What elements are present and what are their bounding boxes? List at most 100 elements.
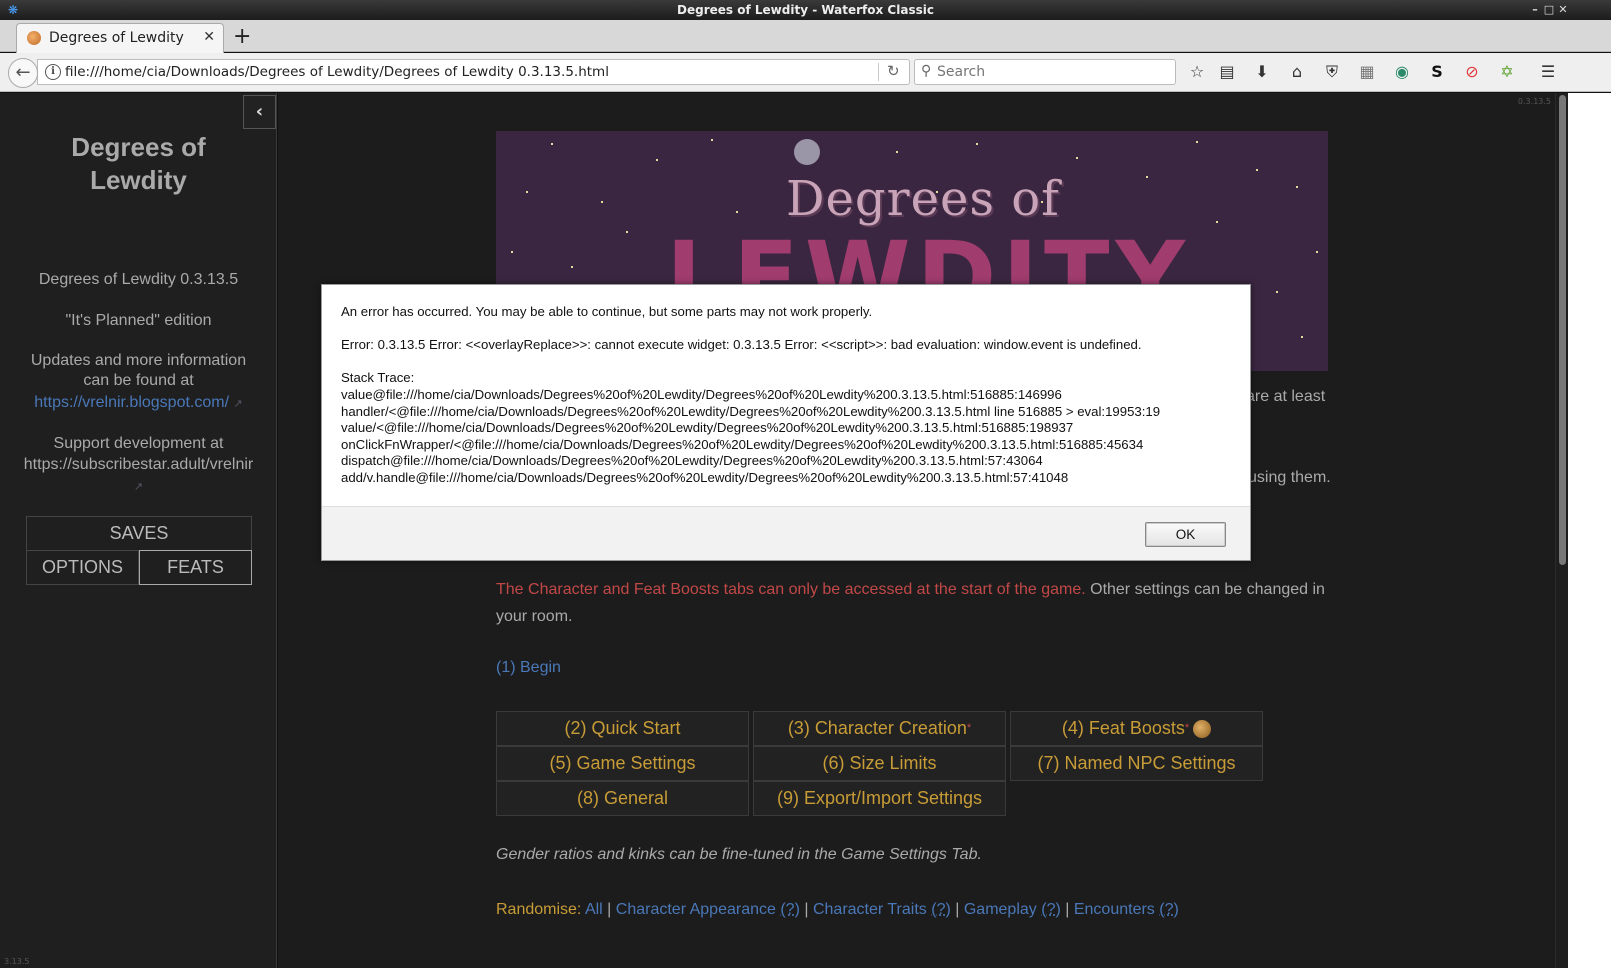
stack-trace-line: dispatch@file:///home/cia/Downloads/Degr… (341, 453, 1043, 469)
appearance-help-link[interactable]: (?) (780, 901, 800, 918)
feat-boosts-button[interactable]: (4) Feat Boosts* (1010, 711, 1263, 746)
browser-tab[interactable]: Degrees of Lewdity ✕ (16, 23, 224, 53)
search-icon: ⚲ (921, 63, 932, 79)
export-import-label: (9) Export/Import Settings (776, 788, 983, 808)
game-settings-button[interactable]: (5) Game Settings (496, 746, 749, 781)
page-info-icon[interactable]: i (45, 64, 61, 80)
sidebar-updates-text: Updates and more information can be foun… (30, 352, 247, 389)
window-title: Degrees of Lewdity - Waterfox Classic (677, 3, 934, 17)
general-button[interactable]: (8) General (496, 781, 749, 816)
randomise-traits-link[interactable]: Character Traits (813, 901, 927, 918)
export-import-settings-button[interactable]: (9) Export/Import Settings (753, 781, 1006, 816)
size-limits-button[interactable]: (6) Size Limits (753, 746, 1006, 781)
named-npc-settings-button[interactable]: (7) Named NPC Settings (1010, 746, 1263, 781)
scrollbar-thumb[interactable] (1559, 95, 1566, 565)
start-warning: The Character and Feat Boosts tabs can o… (496, 576, 1336, 630)
extension-s-icon[interactable]: S (1427, 62, 1447, 82)
url-text[interactable]: file:///home/cia/Downloads/Degrees of Le… (65, 64, 609, 80)
tab-close-icon[interactable]: ✕ (203, 29, 215, 45)
tab-title: Degrees of Lewdity (49, 30, 184, 46)
vertical-scrollbar[interactable] (1555, 93, 1568, 968)
story-title-text: Degrees of Lewdity (71, 132, 206, 195)
shield-icon[interactable]: ⛨ (1322, 62, 1342, 82)
home-icon[interactable]: ⌂ (1287, 62, 1307, 82)
stack-trace-line: handler/<@file:///home/cia/Downloads/Deg… (341, 403, 1161, 419)
story-sidebar: ‹ Degrees of Lewdity Degrees of Lewdity … (0, 93, 277, 968)
maximize-icon[interactable]: □ (1542, 0, 1556, 20)
external-link-icon: ↗ (233, 398, 243, 410)
updates-link[interactable]: https://vrelnir.blogspot.com/ (34, 394, 229, 411)
saves-button[interactable]: SAVES (26, 516, 252, 551)
new-tab-icon[interactable]: + (233, 22, 251, 52)
randomise-label: Randomise: (496, 901, 582, 918)
encounters-help-link[interactable]: (?) (1159, 901, 1179, 918)
randomise-encounters-link[interactable]: Encounters (1074, 901, 1155, 918)
separator: | (607, 901, 612, 918)
randomise-appearance-link[interactable]: Character Appearance (616, 901, 776, 918)
traits-help-link[interactable]: (?) (931, 901, 951, 918)
minimize-icon[interactable]: – (1528, 0, 1542, 20)
feats-button[interactable]: FEATS (139, 550, 252, 585)
randomise-row: Randomise: All | Character Appearance (?… (496, 901, 1179, 919)
sidebar-footer-version: 3.13.5 (4, 957, 30, 966)
error-dialog-footer: OK (322, 506, 1250, 560)
start-warning-red: The Character and Feat Boosts tabs can o… (496, 581, 1086, 598)
download-icon[interactable]: ⬇ (1252, 62, 1272, 82)
support-link[interactable]: https://subscribestar.adult/vrelnir (0, 455, 277, 475)
back-button[interactable]: ← (8, 58, 38, 88)
separator: | (955, 901, 960, 918)
stack-trace-line: value/<@file:///home/cia/Downloads/Degre… (341, 420, 1074, 436)
close-window-icon[interactable]: ✕ (1556, 0, 1570, 20)
reading-list-icon[interactable]: ▤ (1217, 62, 1237, 82)
stack-trace-label: Stack Trace: (341, 370, 415, 386)
bookmark-star-icon[interactable]: ☆ (1187, 62, 1207, 82)
search-input[interactable] (937, 62, 1172, 82)
separator: | (1065, 901, 1070, 918)
quick-start-button[interactable]: (2) Quick Start (496, 711, 749, 746)
required-asterisk: * (1184, 722, 1190, 734)
waterfox-app-icon: ❋ (7, 3, 19, 17)
game-settings-label: (5) Game Settings (549, 753, 696, 773)
tab-favicon-icon (27, 31, 41, 45)
named-npc-label: (7) Named NPC Settings (1037, 753, 1236, 773)
general-label: (8) General (576, 788, 669, 808)
moon-icon (794, 139, 820, 165)
sidebar-support-text: Support development at (53, 435, 224, 452)
cut-text-1: are at least (1246, 388, 1326, 405)
library-icon[interactable]: ▦ (1357, 62, 1377, 82)
window-titlebar: ❋ Degrees of Lewdity - Waterfox Classic … (0, 0, 1611, 20)
options-button[interactable]: OPTIONS (26, 550, 139, 585)
search-bar[interactable]: ⚲ (914, 59, 1176, 85)
story-title: Degrees of Lewdity (0, 131, 277, 197)
coin-icon (1193, 720, 1212, 739)
cut-text-2: using them. (1248, 469, 1331, 486)
extension-block-icon[interactable]: ⊘ (1462, 62, 1482, 82)
ok-button[interactable]: OK (1145, 522, 1226, 547)
error-dialog: An error has occurred. You may be able t… (321, 284, 1251, 561)
error-intro: An error has occurred. You may be able t… (341, 304, 873, 319)
sidebar-collapse-button[interactable]: ‹ (243, 95, 276, 129)
separator: | (804, 901, 809, 918)
error-message: Error: 0.3.13.5 Error: <<overlayReplace>… (341, 337, 1142, 353)
character-creation-button[interactable]: (3) Character Creation* (753, 711, 1006, 746)
url-bar[interactable]: i file:///home/cia/Downloads/Degrees of … (37, 59, 910, 85)
sidebar-version: Degrees of Lewdity 0.3.13.5 (38, 271, 239, 288)
sidebar-edition: "It's Planned" edition (65, 312, 212, 329)
back-arrow-icon: ← (15, 62, 31, 83)
hamburger-menu-icon[interactable]: ☰ (1538, 62, 1558, 82)
reload-icon[interactable]: ↻ (887, 62, 900, 80)
corner-version: 0.3.13.5 (1517, 97, 1551, 106)
error-dialog-body: An error has occurred. You may be able t… (322, 285, 1250, 506)
size-limits-label: (6) Size Limits (822, 753, 937, 773)
extension-globe-icon[interactable]: ◉ (1392, 62, 1412, 82)
chevron-left-icon: ‹ (255, 101, 264, 122)
stack-trace-line: add/v.handle@file:///home/cia/Downloads/… (341, 469, 1069, 485)
gameplay-help-link[interactable]: (?) (1041, 901, 1061, 918)
stack-trace-line: onClickFnWrapper/<@file:///home/cia/Down… (341, 436, 1144, 452)
required-asterisk: * (966, 722, 972, 734)
randomise-gameplay-link[interactable]: Gameplay (964, 901, 1037, 918)
extension-puzzle-icon[interactable]: ✡ (1497, 62, 1517, 82)
begin-link[interactable]: (1) Begin (496, 659, 561, 677)
randomise-all-link[interactable]: All (585, 901, 603, 918)
character-creation-label: (3) Character Creation (787, 718, 967, 738)
